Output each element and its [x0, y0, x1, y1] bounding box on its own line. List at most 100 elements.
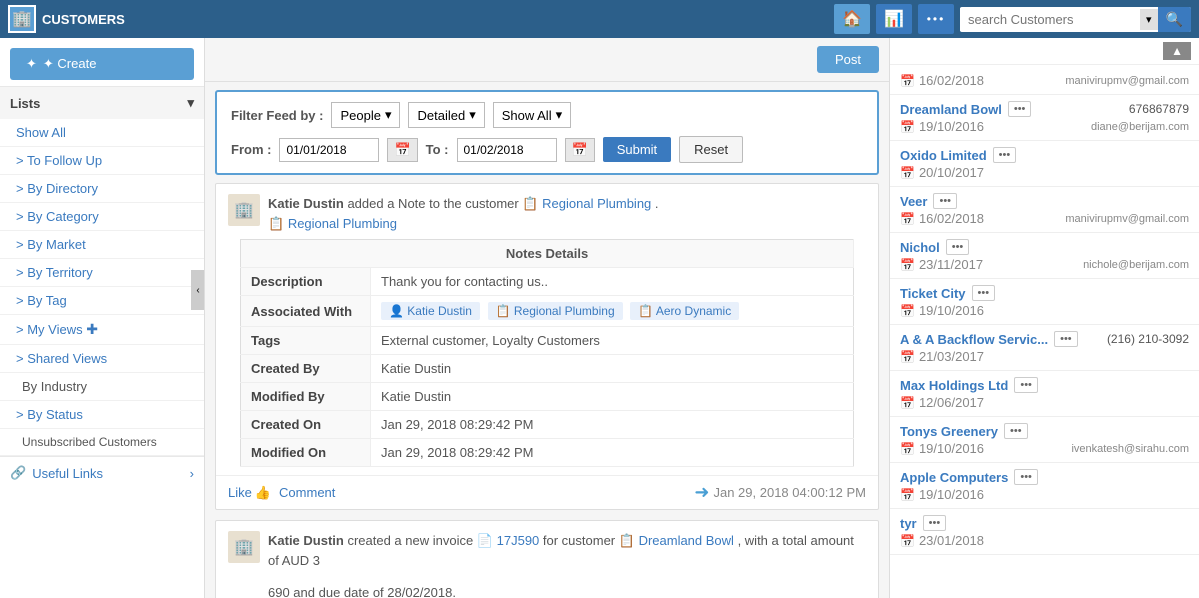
calendar-icon: 📅 — [900, 396, 915, 410]
people-label: People — [340, 108, 380, 123]
feed-author-2: Katie Dustin — [268, 533, 344, 548]
right-item-top: Max Holdings Ltd ••• — [900, 377, 1189, 393]
sidebar-collapse-button[interactable]: ‹ — [191, 270, 205, 310]
email-value: manivirupmv@gmail.com — [1065, 213, 1189, 225]
item-more-button[interactable]: ••• — [1004, 423, 1028, 439]
reset-button[interactable]: Reset — [679, 136, 743, 163]
sidebar-item-by-territory[interactable]: > By Territory — [0, 259, 204, 287]
like-button[interactable]: Like 👍 — [228, 485, 271, 501]
feed-scroll[interactable]: 🏢 Katie Dustin added a Note to the custo… — [205, 183, 889, 598]
katie-dustin-badge[interactable]: 👤 Katie Dustin — [381, 302, 480, 320]
body-line-1: 690 and due date of 28/02/2018. — [268, 585, 456, 598]
home-button[interactable]: 🏠 — [834, 4, 870, 34]
sidebar-item-show-all[interactable]: Show All — [0, 119, 204, 147]
comment-label: Comment — [279, 485, 335, 500]
table-row: Tags External customer, Loyalty Customer… — [241, 327, 854, 355]
item-more-button[interactable]: ••• — [993, 147, 1017, 163]
sidebar-item-unsubscribed[interactable]: Unsubscribed Customers — [0, 429, 204, 456]
to-date-input[interactable] — [457, 138, 557, 162]
list-item: Max Holdings Ltd ••• 📅 12/06/2017 — [890, 371, 1199, 417]
item-more-button[interactable]: ••• — [946, 239, 970, 255]
more-button[interactable]: ••• — [918, 4, 954, 34]
item-more-button[interactable]: ••• — [1054, 331, 1078, 347]
table-row: Modified By Katie Dustin — [241, 383, 854, 411]
item-more-button[interactable]: ••• — [923, 515, 947, 531]
show-all-dropdown[interactable]: Show All ▾ — [493, 102, 571, 128]
tags-value: External customer, Loyalty Customers — [371, 327, 854, 355]
sidebar-item-to-follow-up[interactable]: > To Follow Up — [0, 147, 204, 175]
search-dropdown-button[interactable]: ▾ — [1140, 9, 1158, 30]
item-more-button[interactable]: ••• — [1014, 377, 1038, 393]
right-item-meta: 📅 20/10/2017 — [900, 165, 1189, 180]
item-more-button[interactable]: ••• — [1008, 101, 1032, 117]
people-dropdown[interactable]: People ▾ — [331, 102, 400, 128]
notes-title: Notes Details — [241, 240, 854, 268]
dreamland-bowl-link[interactable]: Dreamland Bowl — [639, 533, 738, 548]
scroll-up-button[interactable]: ▲ — [1163, 42, 1191, 60]
invoice-link[interactable]: 17J590 — [497, 533, 540, 548]
regional-plumbing-badge[interactable]: 📋 Regional Plumbing — [488, 302, 623, 320]
create-button[interactable]: ✦ ✦ Create — [10, 48, 194, 80]
useful-links[interactable]: 🔗 Useful Links › — [0, 456, 204, 489]
main-layout: ✦ ✦ Create Lists ▾ Show All > To Follow … — [0, 38, 1199, 598]
customer-name[interactable]: Max Holdings Ltd — [900, 378, 1008, 393]
chart-button[interactable]: 📊 — [876, 4, 912, 34]
customer-name[interactable]: tyr — [900, 516, 917, 531]
detailed-dropdown[interactable]: Detailed ▾ — [408, 102, 484, 128]
calendar-icon: 📅 — [900, 212, 915, 226]
right-item-meta: 📅 21/03/2017 — [900, 349, 1189, 364]
aero-dynamic-badge[interactable]: 📋 Aero Dynamic — [630, 302, 739, 320]
calendar-icon: 📅 — [900, 74, 915, 88]
sidebar-item-by-status[interactable]: > By Status — [0, 401, 204, 429]
item-more-button[interactable]: ••• — [933, 193, 957, 209]
customer-name[interactable]: Dreamland Bowl — [900, 102, 1002, 117]
post-bar: Post — [205, 38, 889, 82]
customer-name[interactable]: A & A Backflow Servic... — [900, 332, 1048, 347]
right-item-meta: 📅 19/10/2016 — [900, 303, 1189, 318]
customer-name[interactable]: Oxido Limited — [900, 148, 987, 163]
calendar-icon: 📅 — [900, 350, 915, 364]
sidebar-item-by-category[interactable]: > By Category — [0, 203, 204, 231]
post-button[interactable]: Post — [817, 46, 879, 73]
regional-plumbing-link-2[interactable]: Regional Plumbing — [288, 216, 397, 231]
notes-table: Notes Details Description Thank you for … — [240, 239, 854, 467]
feed-avatar: 🏢 — [228, 194, 260, 226]
sidebar-item-shared-views[interactable]: > Shared Views — [0, 345, 204, 373]
calendar-icon: 📅 — [900, 120, 915, 134]
table-row: Modified On Jan 29, 2018 08:29:42 PM — [241, 439, 854, 467]
sidebar-item-by-directory[interactable]: > By Directory — [0, 175, 204, 203]
list-item: Tonys Greenery ••• 📅 19/10/2016 ivenkate… — [890, 417, 1199, 463]
customer-name[interactable]: Ticket City — [900, 286, 966, 301]
feed-body-text: 690 and due date of 28/02/2018. Payment … — [216, 576, 878, 598]
useful-links-label: Useful Links — [32, 466, 103, 481]
lists-header[interactable]: Lists ▾ — [0, 87, 204, 119]
search-go-button[interactable]: 🔍 — [1158, 7, 1191, 32]
sidebar-item-by-market[interactable]: > By Market — [0, 231, 204, 259]
from-date-input[interactable] — [279, 138, 379, 162]
item-more-button[interactable]: ••• — [972, 285, 996, 301]
calendar-icon: 📅 — [900, 166, 915, 180]
right-item-meta: 📅 19/10/2016 — [900, 487, 1189, 502]
date-value: 16/02/2018 — [919, 73, 984, 88]
search-input[interactable] — [960, 8, 1140, 31]
table-row: Associated With 👤 Katie Dustin 📋 Regiona… — [241, 296, 854, 327]
date-value: 23/11/2017 — [919, 257, 983, 272]
associated-label: Associated With — [241, 296, 371, 327]
customer-name[interactable]: Tonys Greenery — [900, 424, 998, 439]
regional-plumbing-link-1[interactable]: Regional Plumbing — [542, 196, 655, 211]
comment-button[interactable]: Comment — [279, 485, 335, 500]
sidebar-item-by-tag[interactable]: > By Tag — [0, 287, 204, 315]
customer-name[interactable]: Veer — [900, 194, 927, 209]
description-label: Description — [241, 268, 371, 296]
customer-name[interactable]: Apple Computers — [900, 470, 1008, 485]
from-calendar-button[interactable]: 📅 — [387, 138, 417, 162]
sidebar-item-by-industry[interactable]: By Industry — [0, 373, 204, 401]
submit-button[interactable]: Submit — [603, 137, 671, 162]
feed-timestamp: ➜ Jan 29, 2018 04:00:12 PM — [694, 482, 866, 503]
sidebar-item-my-views[interactable]: > My Views ✚ — [0, 315, 204, 345]
to-calendar-button[interactable]: 📅 — [565, 138, 595, 162]
list-item: Nichol ••• 📅 23/11/2017 nichole@berijam.… — [890, 233, 1199, 279]
list-item: Veer ••• 📅 16/02/2018 manivirupmv@gmail.… — [890, 187, 1199, 233]
customer-name[interactable]: Nichol — [900, 240, 940, 255]
item-more-button[interactable]: ••• — [1014, 469, 1038, 485]
